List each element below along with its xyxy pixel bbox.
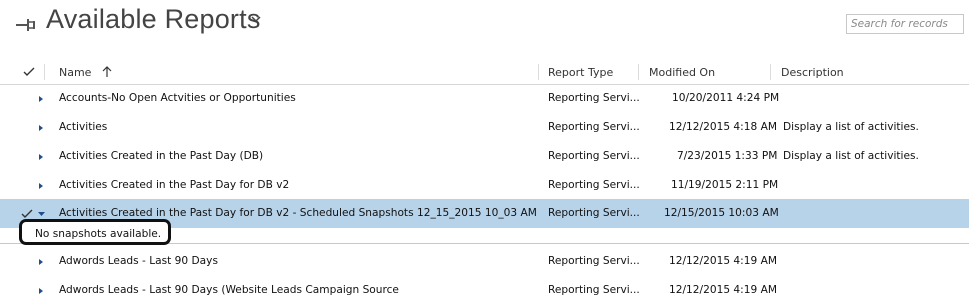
column-header-name[interactable]: Name [59,66,91,79]
row-checkmark-icon[interactable] [21,209,33,219]
search-input[interactable]: Search for records [846,14,964,34]
report-type: Reporting Servi... [548,207,640,219]
description: Display a list of activities. [783,150,919,162]
expand-arrow-icon[interactable] [37,95,45,103]
report-name[interactable]: Activities Created in the Past Day (DB) [59,150,263,162]
report-type: Reporting Servi... [548,150,640,162]
modified-on: 12/12/2015 4:19 AM [669,284,777,296]
modified-on: 12/15/2015 10:03 AM [664,207,779,219]
table-row[interactable]: Activities Created in the Past Day for D… [0,171,969,200]
modified-on: 12/12/2015 4:18 AM [669,121,777,133]
modified-on: 11/19/2015 2:11 PM [671,179,779,191]
expand-arrow-icon[interactable] [37,124,45,132]
modified-on: 12/12/2015 4:19 AM [669,255,777,267]
view-selector-chevron-icon[interactable] [250,14,262,24]
expand-arrow-icon[interactable] [37,153,45,161]
expand-arrow-icon[interactable] [37,287,45,295]
table-row[interactable]: Activities Created in the Past Day (DB) … [0,142,969,171]
report-type: Reporting Servi... [548,92,640,104]
column-header-report-type[interactable]: Report Type [548,66,613,79]
report-name[interactable]: Activities Created in the Past Day for D… [59,179,289,191]
report-name[interactable]: Activities [59,121,107,133]
table-row[interactable]: Activities Reporting Servi... 12/12/2015… [0,113,969,142]
report-type: Reporting Servi... [548,121,640,133]
sort-ascending-icon[interactable] [102,66,112,78]
description: Display a list of activities. [783,121,919,133]
grid-header: Name Report Type Modified On Description [0,60,969,85]
pin-icon[interactable] [14,16,36,34]
column-header-modified-on[interactable]: Modified On [649,66,715,79]
report-type: Reporting Servi... [548,284,640,296]
table-row[interactable]: Adwords Leads - Last 90 Days (Website Le… [0,276,969,305]
report-name[interactable]: Adwords Leads - Last 90 Days (Website Le… [59,284,399,296]
expand-arrow-icon[interactable] [37,258,45,266]
modified-on: 7/23/2015 1:33 PM [677,150,778,162]
expand-arrow-icon[interactable] [37,182,45,190]
report-name[interactable]: Activities Created in the Past Day for D… [59,207,537,219]
modified-on: 10/20/2011 4:24 PM [672,92,780,104]
select-all-checkmark-icon[interactable] [23,67,35,77]
report-name[interactable]: Adwords Leads - Last 90 Days [59,255,218,267]
report-type: Reporting Servi... [548,255,640,267]
table-row[interactable]: Adwords Leads - Last 90 Days Reporting S… [0,247,969,276]
collapse-arrow-icon[interactable] [37,210,46,218]
column-header-description[interactable]: Description [781,66,844,79]
snapshot-status: No snapshots available. [35,228,162,240]
table-row[interactable]: Accounts-No Open Actvities or Opportunit… [0,84,969,113]
report-type: Reporting Servi... [548,179,640,191]
report-name[interactable]: Accounts-No Open Actvities or Opportunit… [59,92,296,104]
page-title: Available Reports [46,4,261,34]
